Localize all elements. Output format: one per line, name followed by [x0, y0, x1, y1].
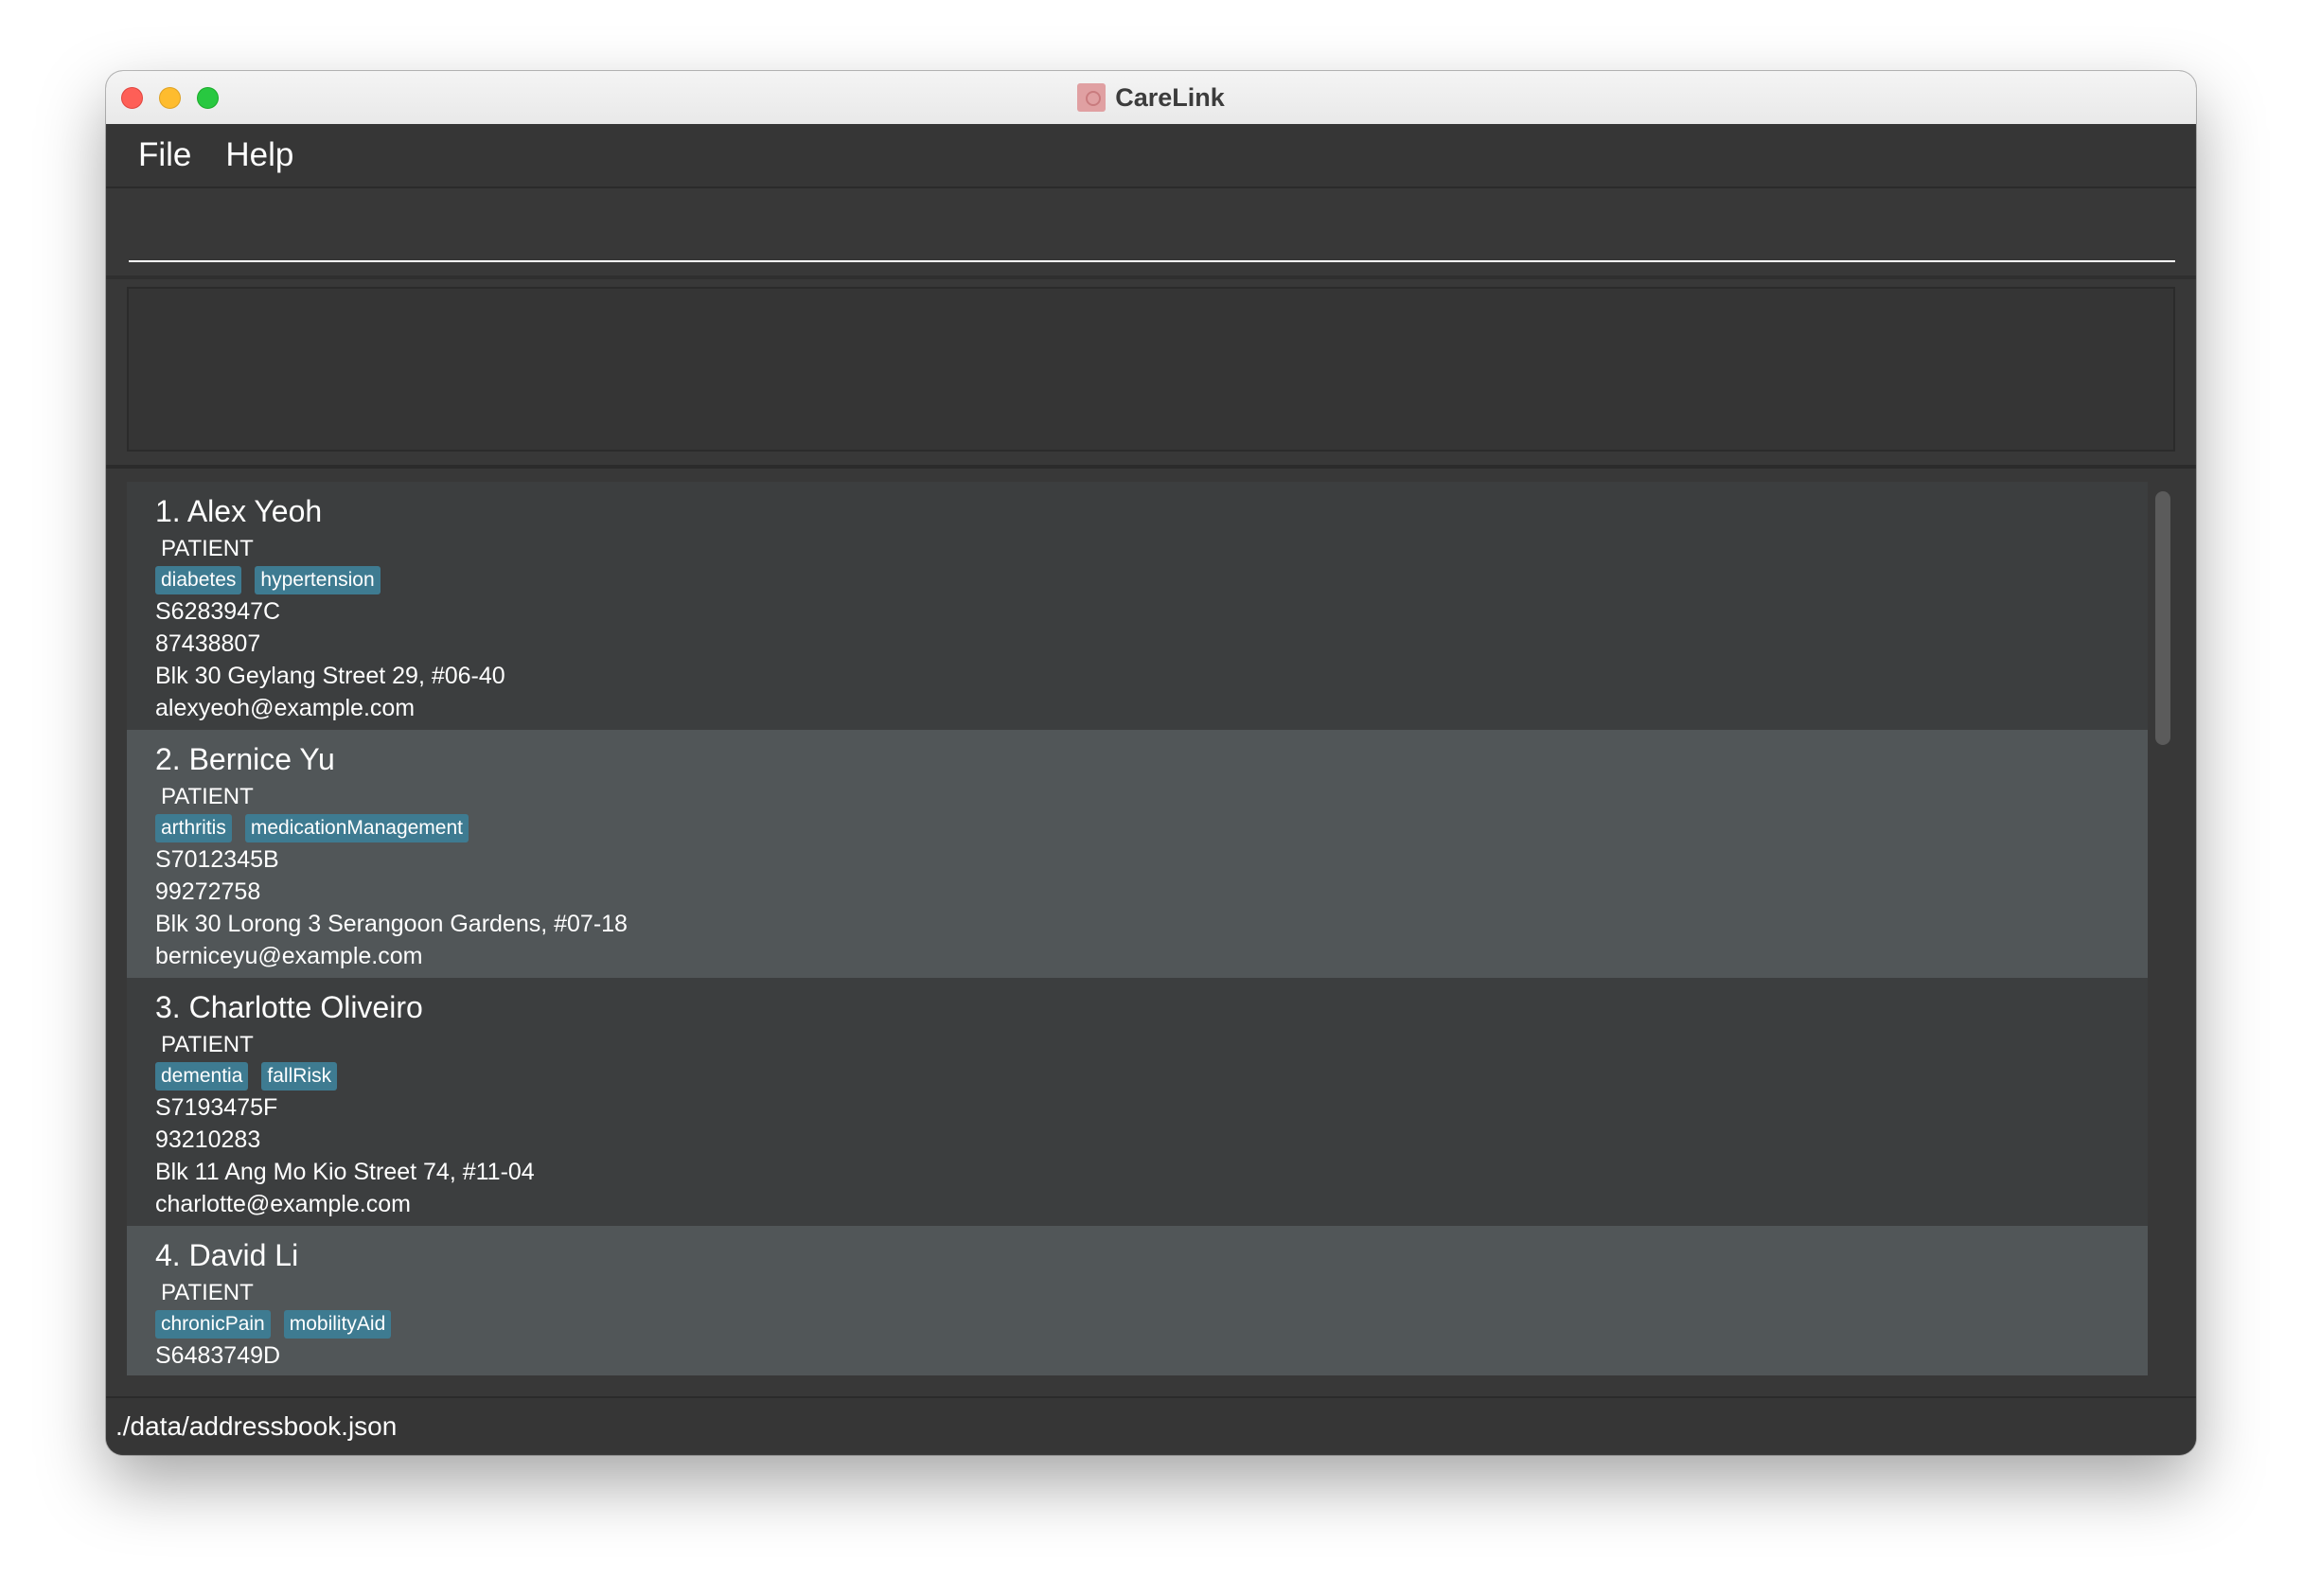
condition-tag: diabetes	[155, 566, 242, 594]
list-scrollbar-thumb[interactable]	[2155, 491, 2170, 745]
menu-help[interactable]: Help	[208, 136, 310, 174]
person-address: Blk 11 Ang Mo Kio Street 74, #11-04	[155, 1159, 535, 1185]
person-card[interactable]: 4. David Li PATIENT chronicPain mobilityAid…	[127, 1226, 2148, 1375]
window-title-group: CareLink	[106, 71, 2196, 124]
person-nric: S7012345B	[155, 846, 279, 873]
person-email: berniceyu@example.com	[155, 943, 423, 969]
person-role: PATIENT	[161, 1280, 254, 1305]
person-email: charlotte@example.com	[155, 1191, 411, 1217]
command-box	[106, 188, 2196, 275]
menu-file[interactable]: File	[121, 136, 208, 174]
condition-tag: dementia	[155, 1062, 249, 1091]
person-phone: 93210283	[155, 1126, 261, 1153]
app-icon	[1077, 83, 1107, 112]
menu-bar: File Help	[106, 124, 2196, 188]
person-card[interactable]: 1. Alex Yeoh PATIENT diabetes hypertension S…	[127, 482, 2148, 730]
app-window: CareLink File Help 1. Alex Yeoh PATIENT di…	[106, 71, 2196, 1455]
command-input[interactable]	[129, 207, 2175, 262]
person-name: 4. David Li	[155, 1238, 299, 1272]
condition-tag: fallRisk	[261, 1062, 338, 1091]
person-address: Blk 30 Geylang Street 29, #06-40	[155, 663, 505, 689]
person-role: PATIENT	[161, 1032, 254, 1057]
result-display-panel	[106, 279, 2196, 467]
person-nric: S6483749D	[155, 1342, 281, 1369]
person-role: PATIENT	[161, 784, 254, 809]
person-card[interactable]: 2. Bernice Yu PATIENT arthritis medicationM…	[127, 730, 2148, 978]
tag-list: dementia fallRisk	[155, 1061, 2119, 1091]
condition-tag: hypertension	[255, 566, 381, 594]
condition-tag: arthritis	[155, 814, 232, 842]
person-name: 2. Bernice Yu	[155, 742, 335, 776]
person-role: PATIENT	[161, 536, 254, 561]
result-display[interactable]	[127, 287, 2175, 452]
person-name: 1. Alex Yeoh	[155, 494, 323, 528]
person-list-panel: 1. Alex Yeoh PATIENT diabetes hypertension S…	[106, 469, 2196, 1415]
person-email: alexyeoh@example.com	[155, 695, 416, 721]
tag-list: diabetes hypertension	[155, 565, 2119, 595]
status-bar: ./data/addressbook.json	[106, 1396, 2196, 1455]
data-file-path: ./data/addressbook.json	[115, 1411, 398, 1441]
person-address: Blk 30 Lorong 3 Serangoon Gardens, #07-1…	[155, 911, 628, 937]
window-title: CareLink	[1115, 82, 1225, 112]
person-phone: 87438807	[155, 630, 261, 657]
tag-list: chronicPain mobilityAid	[155, 1309, 2119, 1339]
tag-list: arthritis medicationManagement	[155, 813, 2119, 843]
condition-tag: medicationManagement	[244, 814, 469, 842]
title-bar[interactable]: CareLink	[106, 71, 2196, 125]
person-name: 3. Charlotte Oliveiro	[155, 990, 423, 1024]
person-phone: 99272758	[155, 878, 261, 905]
person-list[interactable]: 1. Alex Yeoh PATIENT diabetes hypertension S…	[127, 482, 2148, 1375]
person-nric: S7193475F	[155, 1094, 278, 1121]
condition-tag: chronicPain	[155, 1310, 271, 1339]
person-card[interactable]: 3. Charlotte Oliveiro PATIENT dementia fall…	[127, 978, 2148, 1226]
list-scrollbar[interactable]	[2152, 482, 2173, 1375]
condition-tag: mobilityAid	[283, 1310, 392, 1339]
person-nric: S6283947C	[155, 598, 281, 625]
